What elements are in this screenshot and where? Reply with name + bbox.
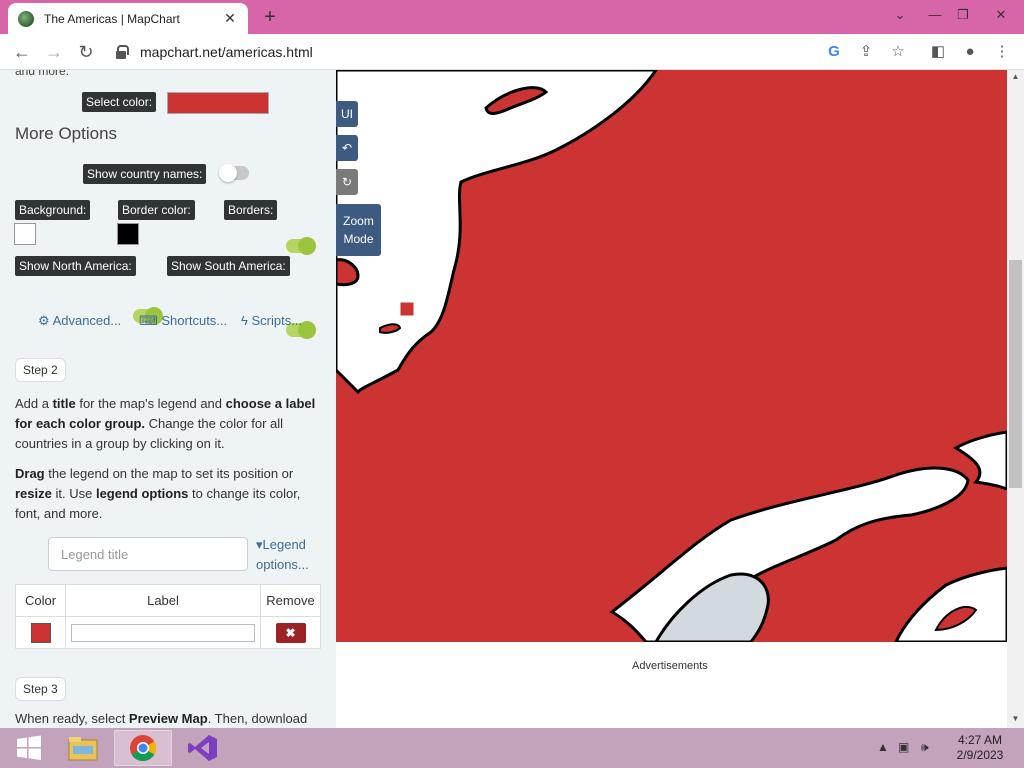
file-explorer-icon: [68, 737, 98, 761]
ocean-top-left: [336, 70, 658, 395]
gear-icon: ⚙: [38, 313, 50, 328]
google-lens-icon[interactable]: G: [824, 42, 844, 62]
borders-toggle[interactable]: [286, 237, 316, 255]
windows-logo-icon: [17, 735, 41, 760]
restore-button[interactable]: ❐: [948, 4, 978, 26]
profile-avatar-icon[interactable]: ●: [960, 42, 980, 62]
windows-taskbar: ▲ ▣ 🕪 4:27 AM 2/9/2023: [0, 728, 1024, 768]
new-tab-button[interactable]: +: [258, 6, 282, 30]
bolt-icon: ϟ: [241, 313, 248, 328]
tab-title: The Americas | MapChart: [44, 11, 180, 26]
back-arrow-icon[interactable]: ←: [10, 40, 34, 64]
legend-remove-cell: ✖: [260, 616, 321, 649]
header-label: Label: [65, 584, 261, 617]
border-color-swatch[interactable]: [117, 223, 139, 245]
background-label: Background:: [15, 200, 91, 220]
step-3-instructions: When ready, select Preview Map. Then, do…: [15, 711, 308, 726]
advertisements-label: Advertisements: [632, 660, 708, 672]
page-scrollbar[interactable]: ▲ ▼: [1007, 70, 1024, 728]
chrome-icon: [130, 735, 157, 762]
tab-close-icon[interactable]: ✕: [222, 10, 238, 27]
globe-favicon-icon: [18, 10, 34, 27]
background-color-swatch[interactable]: [14, 223, 36, 245]
taskbar-visual-studio[interactable]: [174, 730, 232, 766]
show-country-names-toggle[interactable]: [219, 164, 249, 182]
more-options-heading: More Options: [15, 124, 118, 143]
scripts-link[interactable]: ϟ Scripts...: [241, 313, 302, 328]
show-hidden-icons-icon[interactable]: ▲: [877, 740, 889, 754]
visual-studio-icon: [188, 735, 217, 761]
lock-icon: [114, 45, 129, 59]
clock-time: 4:27 AM: [957, 733, 1003, 747]
forward-arrow-icon[interactable]: →: [42, 40, 66, 64]
legend-options-link[interactable]: ▾Legend options...: [256, 535, 320, 575]
undo-button[interactable]: ↶: [336, 135, 358, 161]
redo-button[interactable]: ↻: [336, 169, 358, 195]
select-color-label: Select color:: [82, 92, 157, 112]
show-country-names-label: Show country names:: [83, 164, 207, 184]
scripts-link-label: Scripts...: [251, 313, 303, 328]
keyboard-icon: ⌨: [139, 313, 158, 328]
options-panel: and more. Select color: More Options Sho…: [0, 70, 336, 728]
minimize-button[interactable]: —: [920, 4, 950, 26]
show-north-america-label: Show North America:: [15, 256, 136, 276]
legend-label-input[interactable]: [71, 623, 255, 642]
remove-row-button[interactable]: ✖: [275, 622, 306, 643]
advanced-link-label: Advanced...: [52, 313, 122, 328]
legend-options-label: Legend options...: [256, 537, 309, 572]
header-color: Color: [15, 584, 66, 617]
step-2-instructions: Add a title for the map's legend and cho…: [15, 396, 316, 451]
bookmark-star-icon[interactable]: ☆: [888, 42, 908, 62]
step-3-label: Step 3: [15, 677, 66, 701]
step-2-label: Step 2: [15, 358, 66, 382]
side-panel-icon[interactable]: ◧: [928, 42, 948, 62]
address-bar[interactable]: mapchart.net/americas.html: [108, 39, 948, 65]
scrollbar-thumb[interactable]: [1009, 260, 1022, 488]
reload-icon[interactable]: ↻: [74, 40, 98, 64]
clipped-text: and more.: [15, 70, 70, 78]
step-2-drag-instructions: Drag the legend on the map to set its po…: [15, 466, 301, 521]
legend-table-header: Color Label Remove: [15, 584, 321, 617]
zoom-mode-button[interactable]: Zoom Mode: [336, 204, 381, 256]
scroll-down-arrow-icon[interactable]: ▼: [1007, 712, 1024, 726]
ui-toggle-button[interactable]: UI: [336, 101, 358, 127]
header-remove: Remove: [260, 584, 321, 617]
ocean-bottom-right: [894, 566, 1007, 642]
tab-search-icon[interactable]: ⌄: [888, 4, 912, 26]
table-row: ✖: [15, 616, 321, 649]
clock-date: 2/9/2023: [956, 748, 1004, 762]
legend-title-input[interactable]: [48, 537, 248, 571]
map-svg: [336, 70, 1007, 642]
show-south-america-label: Show South America:: [167, 256, 290, 276]
selected-marker: [399, 301, 415, 317]
legend-color-cell: [15, 616, 66, 649]
close-window-button[interactable]: ✕: [986, 4, 1016, 26]
advanced-link[interactable]: ⚙ Advanced...: [38, 313, 121, 329]
legend-table: Color Label Remove ✖: [15, 584, 321, 649]
browser-toolbar: ← → ↻ mapchart.net/americas.html G ⇪ ☆ ◧…: [0, 34, 1024, 70]
border-color-label: Border color:: [118, 200, 195, 220]
url-text: mapchart.net/americas.html: [140, 44, 313, 60]
map-canvas[interactable]: [336, 70, 1007, 642]
borders-label: Borders:: [224, 200, 278, 220]
menu-dots-icon[interactable]: ⋮: [992, 42, 1012, 62]
legend-color-swatch[interactable]: [30, 622, 51, 643]
browser-tab[interactable]: The Americas | MapChart ✕: [8, 3, 248, 34]
volume-icon[interactable]: 🕪: [921, 740, 929, 755]
select-color-swatch[interactable]: [167, 92, 269, 114]
network-icon[interactable]: ▣: [898, 740, 909, 754]
scroll-up-arrow-icon[interactable]: ▲: [1007, 70, 1024, 84]
taskbar-clock[interactable]: 4:27 AM 2/9/2023: [948, 733, 1012, 763]
taskbar-chrome[interactable]: [114, 730, 172, 766]
shortcuts-link[interactable]: ⌨ Shortcuts...: [139, 313, 227, 329]
legend-label-cell: [65, 616, 261, 649]
shortcuts-link-label: Shortcuts...: [161, 313, 228, 328]
title-bar: The Americas | MapChart ✕ + ⌄ — ❐ ✕: [0, 0, 1024, 34]
start-button[interactable]: [0, 730, 58, 766]
taskbar-file-explorer[interactable]: [54, 730, 112, 766]
share-icon[interactable]: ⇪: [856, 42, 876, 62]
ads-area: Advertisements: [336, 642, 1007, 728]
